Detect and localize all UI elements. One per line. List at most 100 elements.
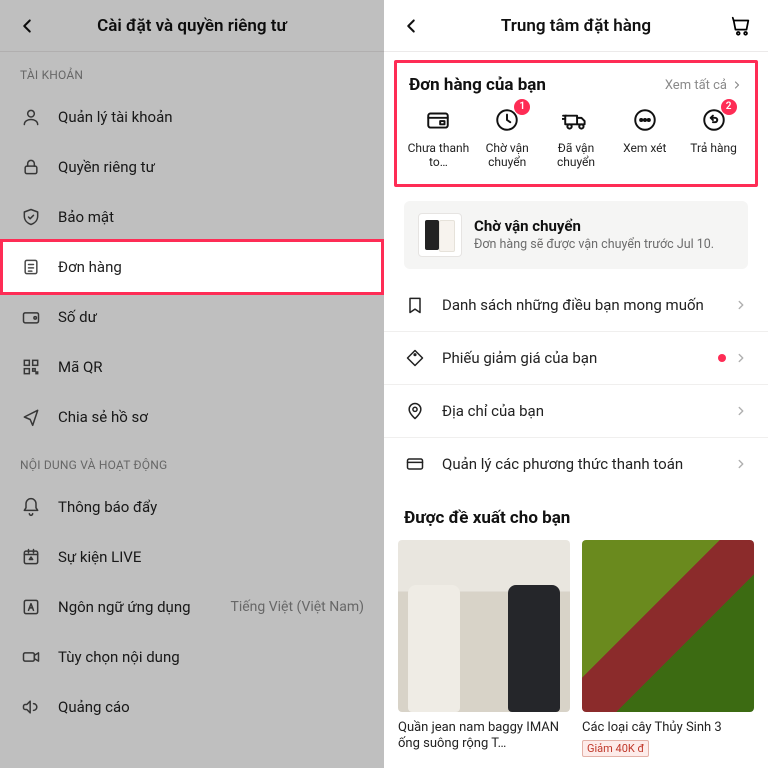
order-title: Trung tâm đặt hàng [384,16,768,36]
order-status-label: Trả hàng [690,141,737,169]
settings-item-push-notifications[interactable]: Thông báo đẩy [0,482,384,532]
settings-item-content-prefs[interactable]: Tùy chọn nội dung [0,632,384,682]
section-label-content: NỘI DUNG VÀ HOẠT ĐỘNG [0,442,384,482]
megaphone-icon [20,696,42,718]
clock-icon: 1 [492,105,522,135]
calendar-icon [20,546,42,568]
card-icon [404,453,426,475]
person-icon [20,106,42,128]
product-title: Quần jean nam baggy IMAN ống suông rộng … [398,720,570,753]
location-icon [404,400,426,422]
product-card[interactable]: Các loại cây Thủy Sinh 3 Giảm 40K đ [582,540,754,757]
settings-item-language[interactable]: Ngôn ngữ ứng dụng Tiếng Việt (Việt Nam) [0,582,384,632]
orders-card-title: Đơn hàng của bạn [409,75,546,95]
order-status-label: Đã vận chuyển [543,141,610,170]
review-icon [630,105,660,135]
link-wishlist[interactable]: Danh sách những điều bạn mong muốn [384,279,768,331]
settings-item-ads[interactable]: Quảng cáo [0,682,384,732]
settings-header: Cài đặt và quyền riêng tư [0,0,384,52]
link-coupons[interactable]: Phiếu giảm giá của bạn [384,331,768,384]
link-label: Phiếu giảm giá của bạn [442,349,597,367]
link-label: Địa chỉ của bạn [442,402,544,420]
order-status-label: Xem xét [623,141,666,169]
settings-item-label: Bảo mật [58,208,114,226]
shipping-status-subtitle: Đơn hàng sẽ được vận chuyển trước Jul 10… [474,237,714,252]
tag-icon [404,347,426,369]
link-label: Danh sách những điều bạn mong muốn [442,296,704,314]
settings-item-label: Quảng cáo [58,698,130,716]
product-image [398,540,570,712]
discount-tag: Giảm 40K đ [582,740,649,757]
settings-item-label: Số dư [58,308,97,326]
settings-item-balance[interactable]: Số dư [0,292,384,342]
settings-item-label: Quyền riêng tư [58,158,155,176]
video-icon [20,646,42,668]
order-status-review[interactable]: Xem xét [611,105,678,170]
chevron-right-icon [718,351,748,365]
shipping-status-card[interactable]: Chờ vận chuyển Đơn hàng sẽ được vận chuy… [404,201,748,269]
chevron-right-icon [734,404,748,418]
settings-title: Cài đặt và quyền riêng tư [0,16,384,36]
chevron-right-icon [734,298,748,312]
orders-icon [20,256,42,278]
bell-icon [20,496,42,518]
chevron-right-icon [734,457,748,471]
settings-item-label: Đơn hàng [58,258,122,276]
bookmark-icon [404,294,426,316]
refund-icon: 2 [699,105,729,135]
link-label: Quản lý các phương thức thanh toán [442,455,683,473]
settings-item-share-profile[interactable]: Chia sẻ hồ sơ [0,392,384,442]
section-label-account: TÀI KHOẢN [0,52,384,92]
settings-item-privacy[interactable]: Quyền riêng tư [0,142,384,192]
link-address[interactable]: Địa chỉ của bạn [384,384,768,437]
settings-item-orders[interactable]: Đơn hàng [0,242,384,292]
notification-dot [718,354,726,362]
product-image [582,540,754,712]
link-payments[interactable]: Quản lý các phương thức thanh toán [384,437,768,490]
order-status-label: Chờ vận chuyển [474,141,541,170]
settings-item-qr[interactable]: Mã QR [0,342,384,392]
settings-item-label: Sự kiện LIVE [58,548,141,566]
settings-item-label: Quản lý tài khoản [58,108,173,126]
order-status-label: Chưa thanh to… [405,141,472,170]
status-badge: 1 [514,99,530,115]
recommend-row: Quần jean nam baggy IMAN ống suông rộng … [384,540,768,757]
order-centre-screen: Trung tâm đặt hàng Đơn hàng của bạn Xem … [384,0,768,768]
order-status-shipped[interactable]: Đã vận chuyển [543,105,610,170]
back-icon[interactable] [14,13,40,39]
settings-item-live-events[interactable]: Sự kiện LIVE [0,532,384,582]
recommend-title: Được đề xuất cho bạn [384,490,768,540]
order-header: Trung tâm đặt hàng [384,0,768,52]
language-icon [20,596,42,618]
lock-icon [20,156,42,178]
settings-item-manage-account[interactable]: Quản lý tài khoản [0,92,384,142]
wallet-icon [20,306,42,328]
orders-view-all-label: Xem tất cả [665,78,727,93]
settings-item-security[interactable]: Bảo mật [0,192,384,242]
product-title: Các loại cây Thủy Sinh 3 [582,720,754,736]
orders-view-all[interactable]: Xem tất cả [665,78,743,93]
share-icon [20,406,42,428]
product-card[interactable]: Quần jean nam baggy IMAN ống suông rộng … [398,540,570,757]
shield-icon [20,206,42,228]
settings-item-label: Chia sẻ hồ sơ [58,408,148,426]
wallet-icon [423,105,453,135]
shipping-status-title: Chờ vận chuyển [474,217,714,235]
settings-item-label: Mã QR [58,358,103,376]
order-status-awaiting[interactable]: 1 Chờ vận chuyển [474,105,541,170]
order-status-returns[interactable]: 2 Trả hàng [680,105,747,170]
product-thumb [418,213,462,257]
settings-item-value: Tiếng Việt (Việt Nam) [230,599,364,615]
settings-item-label: Tùy chọn nội dung [58,648,180,666]
settings-item-label: Thông báo đẩy [58,498,157,516]
order-links: Danh sách những điều bạn mong muốn Phiếu… [384,279,768,490]
settings-item-label: Ngôn ngữ ứng dụng [58,598,191,616]
chevron-right-icon [731,79,743,91]
back-icon[interactable] [398,13,424,39]
cart-icon[interactable] [728,13,754,39]
order-status-pending[interactable]: Chưa thanh to… [405,105,472,170]
truck-icon [561,105,591,135]
qr-icon [20,356,42,378]
settings-screen: Cài đặt và quyền riêng tư TÀI KHOẢN Quản… [0,0,384,768]
your-orders-card: Đơn hàng của bạn Xem tất cả Chưa thanh t… [394,60,758,187]
